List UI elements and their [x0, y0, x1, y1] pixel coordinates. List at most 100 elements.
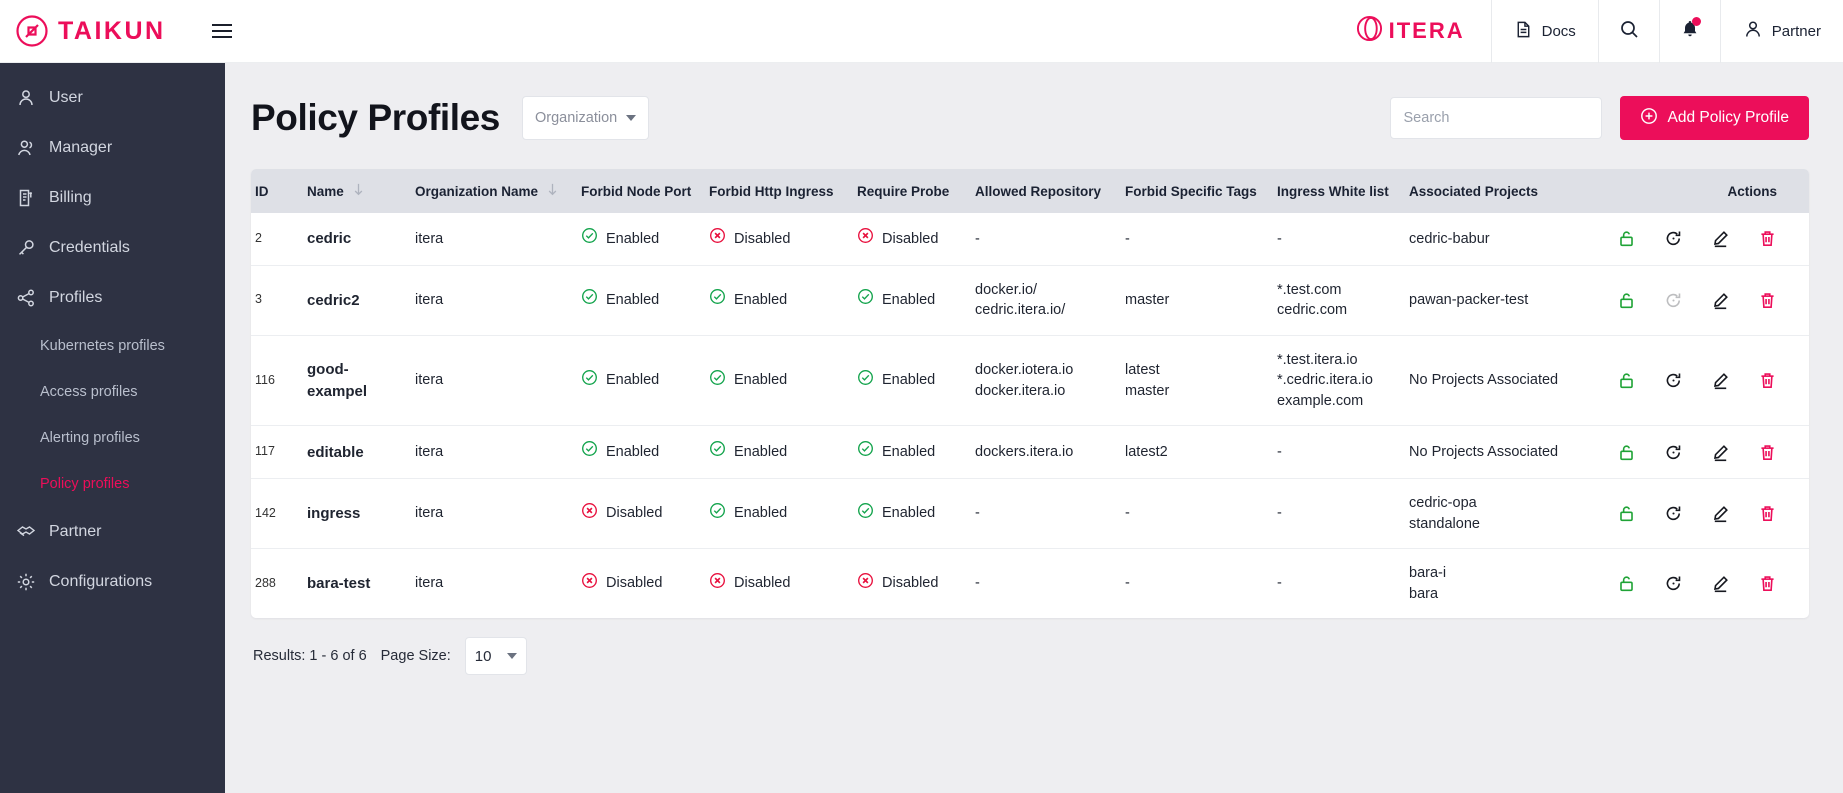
sidebar-label: Billing	[49, 189, 92, 206]
status-enabled-icon	[709, 502, 726, 526]
user-menu[interactable]: Partner	[1719, 0, 1843, 63]
sidebar-item-manager[interactable]: Manager	[0, 123, 225, 173]
status-badge: Enabled	[709, 369, 845, 393]
sort-down-icon[interactable]	[546, 182, 559, 200]
sidebar-item-kubernetes-profiles[interactable]: Kubernetes profiles	[0, 323, 225, 369]
unlock-icon[interactable]	[1617, 443, 1636, 462]
col-label: Require Probe	[857, 183, 950, 199]
table-body: 2 cedric itera Enabled Disabled Disabled - - - ce…	[251, 213, 1809, 618]
col-forbid-specific-tags: Forbid Specific Tags	[1121, 169, 1273, 213]
reset-icon[interactable]	[1664, 443, 1683, 462]
menu-toggle-icon[interactable]	[205, 14, 239, 48]
gear-icon	[16, 572, 36, 592]
cell-name: cedric	[307, 230, 352, 248]
cell-require-probe: Enabled	[853, 335, 971, 426]
table-row[interactable]: 3 cedric2 itera Enabled Enabled Enabled docker…	[251, 265, 1809, 336]
unlock-icon[interactable]	[1617, 291, 1636, 310]
docs-link[interactable]: Docs	[1490, 0, 1598, 63]
handshake-icon	[16, 522, 36, 542]
taikun-logo-icon	[15, 14, 49, 48]
col-associated-projects: Associated Projects	[1405, 169, 1603, 213]
sidebar-item-policy-profiles[interactable]: Policy profiles	[0, 461, 225, 507]
row-actions	[1607, 574, 1803, 593]
organization-filter-select[interactable]: Organization	[522, 96, 649, 140]
status-label: Enabled	[606, 443, 660, 460]
cell-forbid-specific-tags: -	[1125, 230, 1130, 247]
sidebar-item-access-profiles[interactable]: Access profiles	[0, 369, 225, 415]
unlock-icon[interactable]	[1617, 504, 1636, 523]
search-field[interactable]	[1389, 97, 1602, 139]
status-label: Disabled	[606, 505, 663, 522]
delete-icon[interactable]	[1758, 504, 1777, 523]
status-label: Enabled	[606, 291, 660, 308]
add-policy-profile-button[interactable]: Add Policy Profile	[1619, 96, 1809, 140]
share-icon	[16, 288, 36, 308]
edit-icon[interactable]	[1711, 371, 1730, 390]
col-ingress-white-list: Ingress White list	[1273, 169, 1405, 213]
unlock-icon[interactable]	[1617, 574, 1636, 593]
status-badge: Enabled	[581, 369, 697, 393]
cell-organization-name: itera	[415, 230, 444, 247]
delete-icon[interactable]	[1758, 229, 1777, 248]
sidebar-item-user[interactable]: User	[0, 73, 225, 123]
reset-icon[interactable]	[1664, 504, 1683, 523]
cell-id: 116	[255, 372, 275, 387]
edit-icon[interactable]	[1711, 291, 1730, 310]
sidebar-item-profiles[interactable]: Profiles	[0, 273, 225, 323]
unlock-icon[interactable]	[1617, 229, 1636, 248]
table-row[interactable]: 117 editable itera Enabled Enabled Enabled doc…	[251, 426, 1809, 479]
search-button[interactable]	[1597, 0, 1659, 63]
delete-icon[interactable]	[1758, 291, 1777, 310]
cell-forbid-node-port: Enabled	[577, 426, 705, 479]
sidebar-item-alerting-profiles[interactable]: Alerting profiles	[0, 415, 225, 461]
page-size-value: 10	[474, 647, 492, 665]
page-size-select[interactable]: 10	[464, 637, 527, 676]
cell-forbid-http-ingress: Enabled	[705, 426, 853, 479]
delete-icon[interactable]	[1758, 574, 1777, 593]
status-badge: Enabled	[581, 227, 697, 251]
table-row[interactable]: 142 ingress itera Disabled Enabled Enabled - - -…	[251, 479, 1809, 549]
cell-name: ingress	[307, 504, 361, 522]
col-label: Forbid Specific Tags	[1125, 183, 1257, 199]
cell-forbid-specific-tags: latest2	[1125, 443, 1168, 460]
status-disabled-icon	[709, 572, 726, 596]
edit-icon[interactable]	[1711, 574, 1730, 593]
status-label: Enabled	[882, 291, 936, 308]
delete-icon[interactable]	[1758, 371, 1777, 390]
cell-require-probe: Enabled	[853, 479, 971, 549]
sidebar-sublabel: Policy profiles	[40, 476, 130, 492]
brand-text: TAIKUN	[58, 16, 166, 45]
table-row[interactable]: 288 bara-test itera Disabled Disabled Disable…	[251, 549, 1809, 619]
delete-icon[interactable]	[1758, 443, 1777, 462]
notifications-button[interactable]	[1658, 0, 1720, 63]
table-row[interactable]: 2 cedric itera Enabled Disabled Disabled - - - ce…	[251, 213, 1809, 266]
partner-brand-logo: ITERA	[1330, 0, 1491, 63]
reset-icon[interactable]	[1664, 371, 1683, 390]
status-badge: Enabled	[709, 502, 845, 526]
reset-icon[interactable]	[1664, 574, 1683, 593]
cell-name: good-exampel	[307, 361, 368, 400]
sort-down-icon[interactable]	[352, 182, 365, 200]
table-row[interactable]: 116 good-exampel itera Enabled Enabled Enable…	[251, 335, 1809, 426]
cell-ingress-white-list: -	[1277, 505, 1282, 522]
reset-icon[interactable]	[1664, 229, 1683, 248]
unlock-icon[interactable]	[1617, 371, 1636, 390]
edit-icon[interactable]	[1711, 229, 1730, 248]
sidebar-item-partner[interactable]: Partner	[0, 507, 225, 557]
sidebar-item-configurations[interactable]: Configurations	[0, 557, 225, 607]
cell-id: 117	[255, 444, 275, 459]
edit-icon[interactable]	[1711, 443, 1730, 462]
itera-logo-icon	[1356, 15, 1383, 47]
edit-icon[interactable]	[1711, 504, 1730, 523]
page-size-label: Page Size:	[380, 648, 451, 665]
status-label: Enabled	[734, 443, 788, 460]
main-content: Policy Profiles Organization Add Policy …	[225, 63, 1843, 793]
col-organization-name[interactable]: Organization Name	[411, 169, 577, 213]
sidebar-item-credentials[interactable]: Credentials	[0, 223, 225, 273]
sidebar-item-billing[interactable]: Billing	[0, 173, 225, 223]
col-label: Associated Projects	[1409, 183, 1539, 199]
search-input[interactable]	[1403, 110, 1588, 126]
col-name[interactable]: Name	[303, 169, 411, 213]
reset-icon[interactable]	[1664, 291, 1683, 310]
brand-logo[interactable]: TAIKUN	[15, 14, 195, 48]
